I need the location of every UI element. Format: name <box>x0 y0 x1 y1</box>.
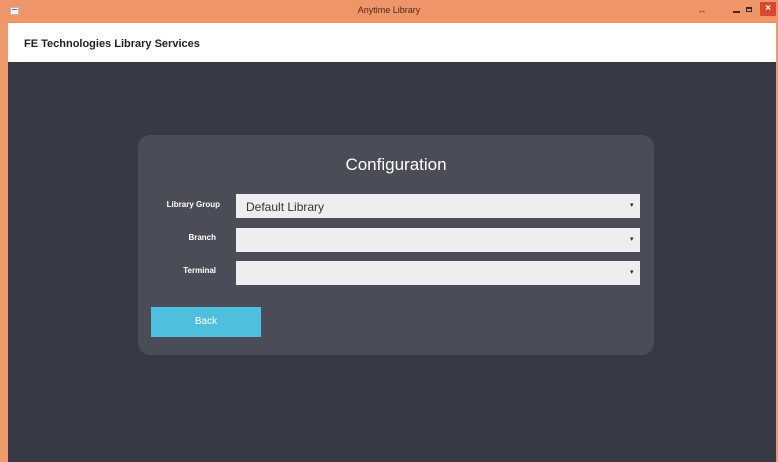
header-title: FE Technologies Library Services <box>24 38 200 50</box>
app-content: FE Technologies Library Services Configu… <box>8 23 776 462</box>
terminal-label: Terminal <box>183 266 216 275</box>
panel-title: Configuration <box>345 155 447 174</box>
library-group-label: Library Group <box>166 200 220 209</box>
app-header: FE Technologies Library Services <box>8 23 776 62</box>
app-window: Anytime Library ↔ × FE Technologies Libr… <box>0 0 778 462</box>
close-button[interactable]: × <box>760 2 776 16</box>
library-group-select[interactable]: Default Library ▾ <box>236 194 640 218</box>
window-title: Anytime Library <box>357 5 421 15</box>
chevron-down-icon: ▾ <box>630 269 634 276</box>
chevron-down-icon: ▾ <box>630 236 634 243</box>
terminal-select[interactable]: ▾ <box>236 261 640 285</box>
library-group-value: Default Library <box>246 200 325 214</box>
branch-select[interactable]: ▾ <box>236 228 640 252</box>
resize-icon[interactable]: ↔ <box>696 5 708 15</box>
title-bar[interactable]: Anytime Library ↔ × <box>0 0 778 23</box>
chevron-down-icon: ▾ <box>630 202 634 209</box>
configuration-panel: Configuration Library Group Default Libr… <box>138 135 654 355</box>
maximize-button[interactable] <box>741 2 761 18</box>
branch-label: Branch <box>188 233 216 242</box>
back-button[interactable]: Back <box>151 307 261 337</box>
